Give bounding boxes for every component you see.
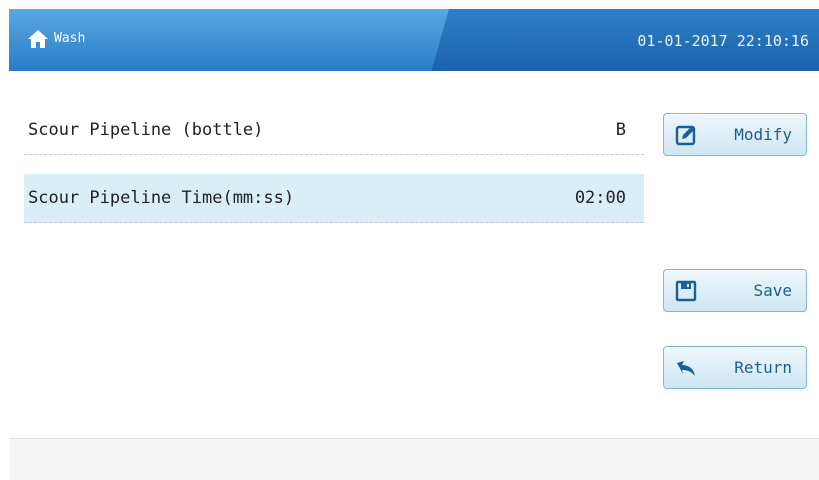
page-title: Wash bbox=[54, 31, 86, 46]
datetime-display: 01-01-2017 22:10:16 bbox=[637, 32, 809, 50]
param-value: B bbox=[615, 120, 626, 140]
return-button[interactable]: Return bbox=[663, 346, 807, 389]
return-button-label: Return bbox=[734, 358, 792, 377]
param-row-scour-pipeline-time[interactable]: Scour Pipeline Time(mm:ss) 02:00 bbox=[24, 174, 644, 223]
save-button-label: Save bbox=[753, 281, 792, 300]
return-icon bbox=[677, 361, 695, 376]
param-value: 02:00 bbox=[574, 188, 626, 208]
edit-icon bbox=[675, 125, 696, 146]
save-button[interactable]: Save bbox=[663, 269, 807, 312]
save-icon bbox=[675, 280, 697, 302]
status-bar bbox=[9, 438, 819, 480]
param-label: Scour Pipeline Time(mm:ss) bbox=[28, 188, 295, 208]
param-label: Scour Pipeline (bottle) bbox=[28, 120, 264, 140]
modify-button-label: Modify bbox=[734, 125, 792, 144]
param-row-scour-pipeline[interactable]: Scour Pipeline (bottle) B bbox=[24, 106, 644, 155]
modify-button[interactable]: Modify bbox=[663, 113, 807, 156]
home-icon[interactable] bbox=[27, 28, 49, 50]
title-bar: Wash 01-01-2017 22:10:16 bbox=[9, 9, 819, 71]
